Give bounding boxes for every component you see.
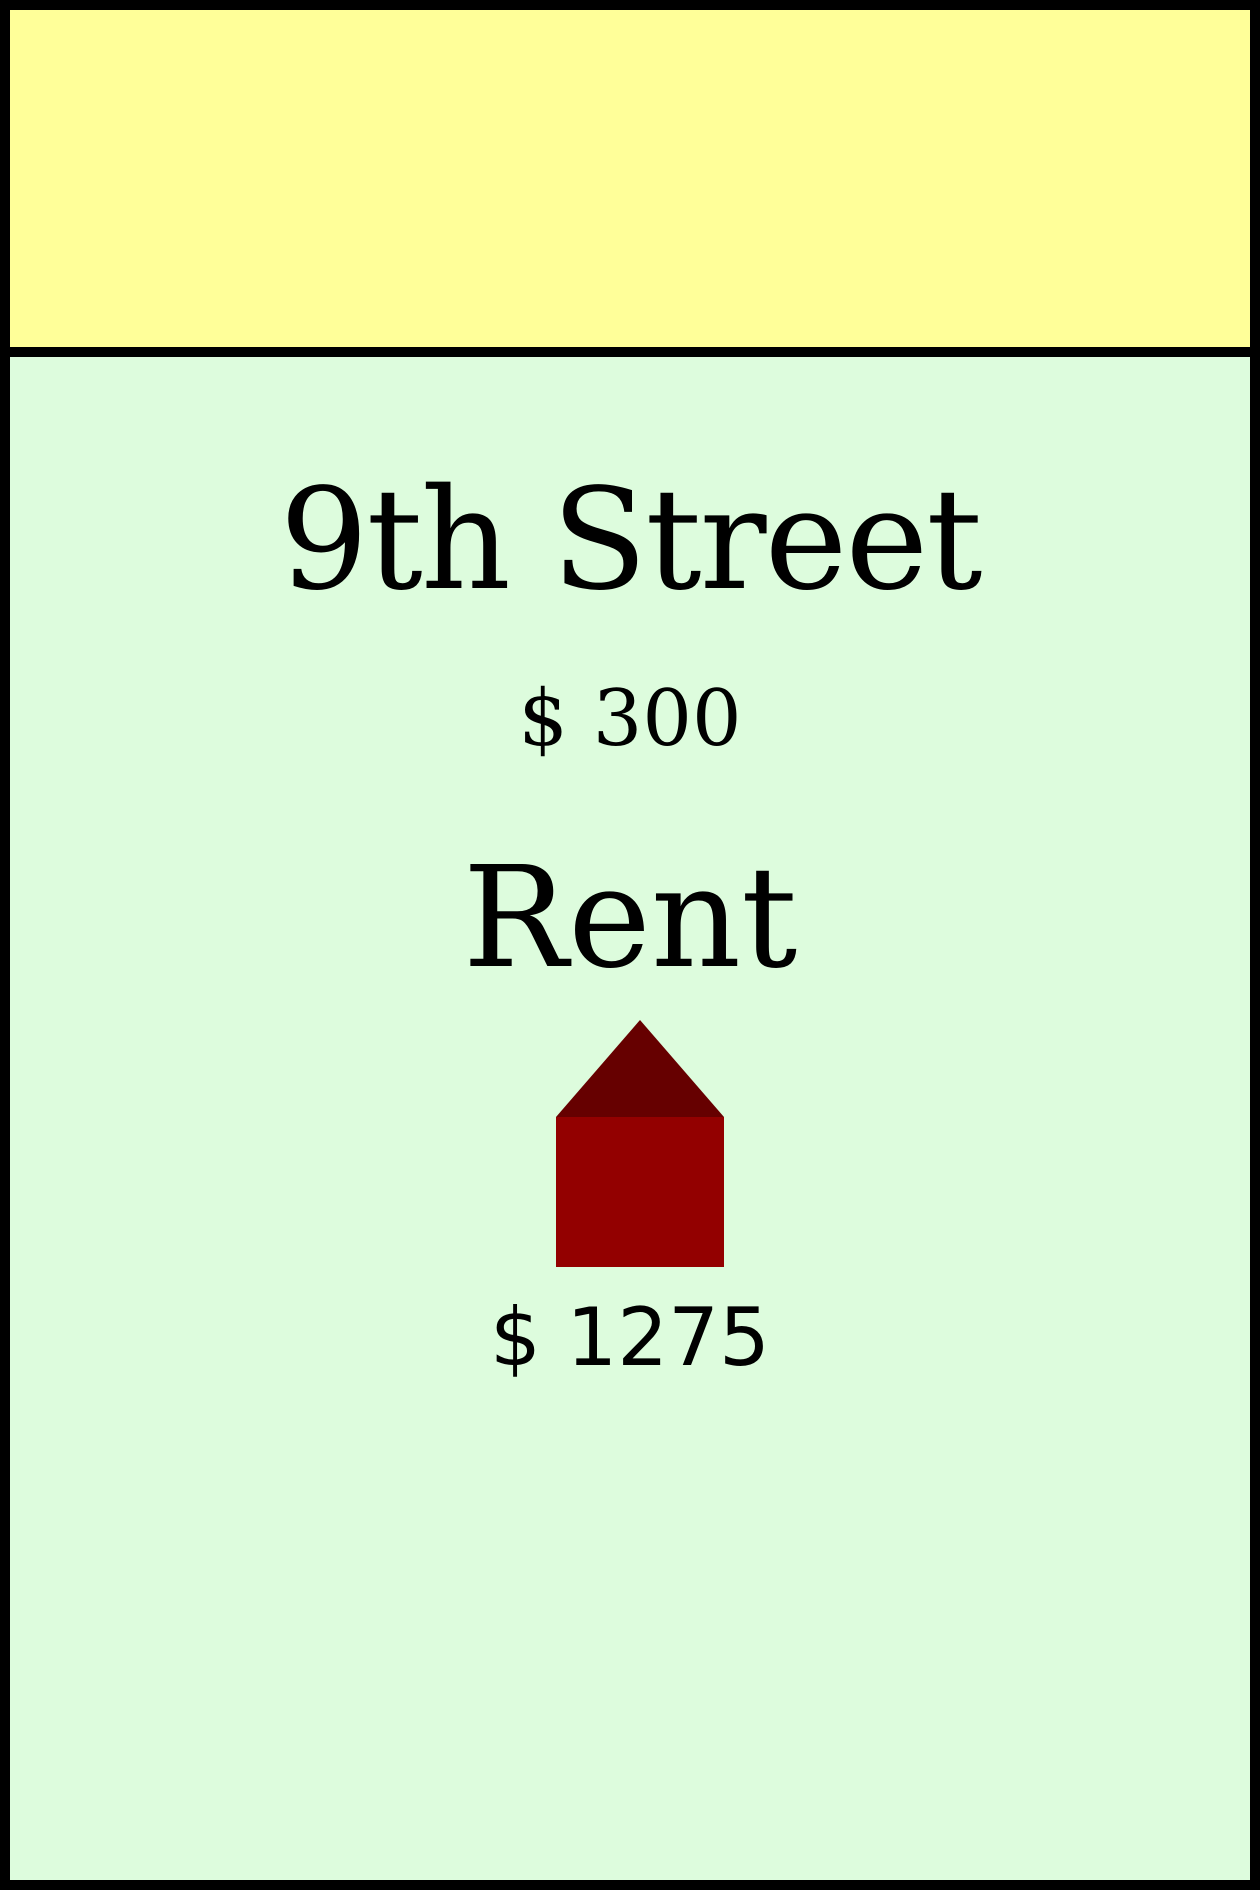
property-card: 9th Street $ 300 Rent $ 1275 [0, 0, 1260, 1890]
property-price: $ 300 [518, 674, 742, 764]
card-body: 9th Street $ 300 Rent $ 1275 [10, 357, 1250, 1890]
house-roof [556, 1020, 724, 1117]
house-icon [556, 1020, 724, 1267]
color-band [10, 10, 1250, 357]
rent-value: $ 1275 [490, 1291, 770, 1384]
property-name: 9th Street [279, 459, 982, 622]
rent-heading: Rent [462, 837, 798, 1000]
house-wall [556, 1117, 724, 1267]
